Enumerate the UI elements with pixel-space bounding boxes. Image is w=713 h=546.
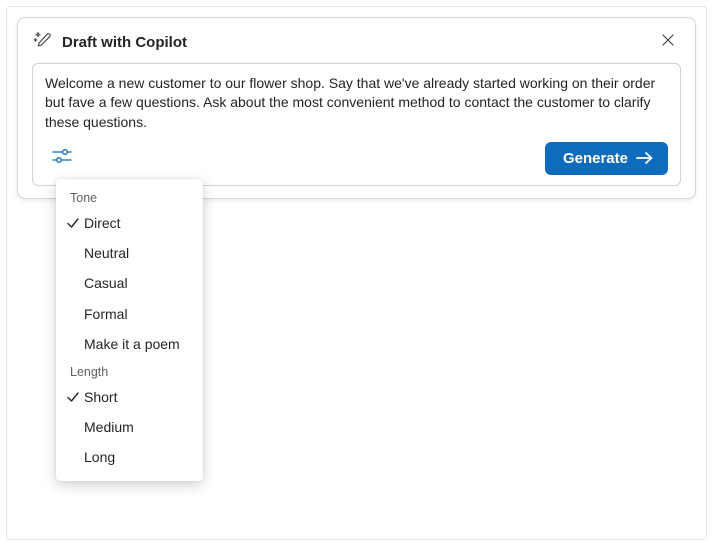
check-icon xyxy=(64,216,82,230)
prompt-box: Welcome a new customer to our flower sho… xyxy=(32,63,681,186)
card-header: Draft with Copilot xyxy=(18,18,695,63)
tone-option-direct[interactable]: Direct xyxy=(56,208,203,238)
page-container: Draft with Copilot Welcome a new custome… xyxy=(6,6,707,540)
generate-button-label: Generate xyxy=(563,150,628,167)
adjust-dropdown: Tone Direct Neutral Casual Formal Make i… xyxy=(56,179,203,481)
option-label: Make it a poem xyxy=(84,335,180,353)
close-icon xyxy=(661,33,675,52)
controls-row: Generate xyxy=(45,142,668,175)
option-label: Casual xyxy=(84,274,128,292)
option-label: Formal xyxy=(84,305,128,323)
tone-option-poem[interactable]: Make it a poem xyxy=(56,329,203,359)
dropdown-section-length: Length xyxy=(56,359,203,382)
adjust-settings-button[interactable] xyxy=(45,143,79,173)
tone-option-neutral[interactable]: Neutral xyxy=(56,238,203,268)
tone-option-formal[interactable]: Formal xyxy=(56,299,203,329)
sliders-icon xyxy=(51,147,73,170)
check-icon xyxy=(64,390,82,404)
length-option-long[interactable]: Long xyxy=(56,442,203,472)
length-option-medium[interactable]: Medium xyxy=(56,412,203,442)
option-label: Short xyxy=(84,388,117,406)
arrow-right-icon xyxy=(636,151,654,165)
option-label: Neutral xyxy=(84,244,129,262)
card-title: Draft with Copilot xyxy=(62,34,655,51)
option-label: Long xyxy=(84,448,115,466)
copilot-draft-card: Draft with Copilot Welcome a new custome… xyxy=(17,17,696,199)
prompt-text[interactable]: Welcome a new customer to our flower sho… xyxy=(45,74,668,132)
length-option-short[interactable]: Short xyxy=(56,382,203,412)
generate-button[interactable]: Generate xyxy=(545,142,668,175)
option-label: Medium xyxy=(84,418,134,436)
sparkle-pencil-icon xyxy=(32,30,52,55)
dropdown-section-tone: Tone xyxy=(56,185,203,208)
option-label: Direct xyxy=(84,214,121,232)
tone-option-casual[interactable]: Casual xyxy=(56,268,203,298)
close-button[interactable] xyxy=(655,29,681,55)
